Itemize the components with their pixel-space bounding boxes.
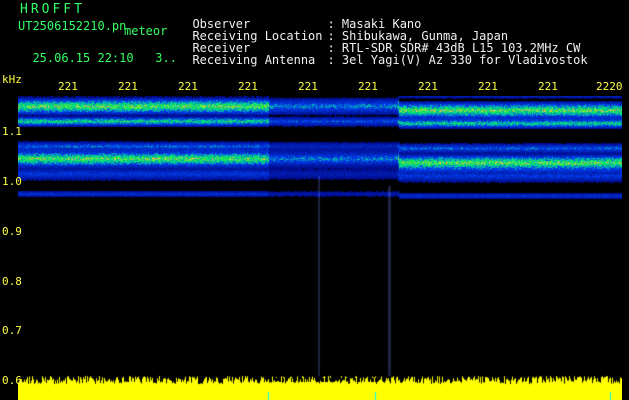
subtitle: meteor	[124, 24, 168, 38]
time-tick-label: 221	[478, 80, 498, 93]
time-tick-label: 221	[118, 80, 138, 93]
time-tick-label: 221	[358, 80, 378, 93]
time-tick-label: 2220	[596, 80, 623, 93]
time-tick-label: 221	[238, 80, 258, 93]
meta-value: : 3el Yagi(V) Az 330 for Vladivostok	[327, 53, 588, 67]
time-tick-label: 221	[418, 80, 438, 93]
y-axis-unit: kHz	[2, 73, 22, 86]
datetime-value: 25.06.15 22:10	[32, 51, 134, 65]
file-name: UT2506152210.pn	[18, 19, 127, 33]
spectrogram-plot	[18, 96, 622, 400]
datetime-suffix: 3..	[155, 51, 177, 65]
time-tick-label: 221	[58, 80, 78, 93]
app-brand: HROFFT	[20, 2, 85, 17]
time-tick-label: 221	[298, 80, 318, 93]
time-tick-label: 221	[538, 80, 558, 93]
datetime: 25.06.15 22:10 3..	[18, 40, 177, 64]
meta-antenna: Receiving Antenna : 3el Yagi(V) Az 330 fo…	[178, 42, 588, 67]
meta-key: Receiving Antenna	[192, 53, 316, 67]
time-tick-label: 221	[178, 80, 198, 93]
